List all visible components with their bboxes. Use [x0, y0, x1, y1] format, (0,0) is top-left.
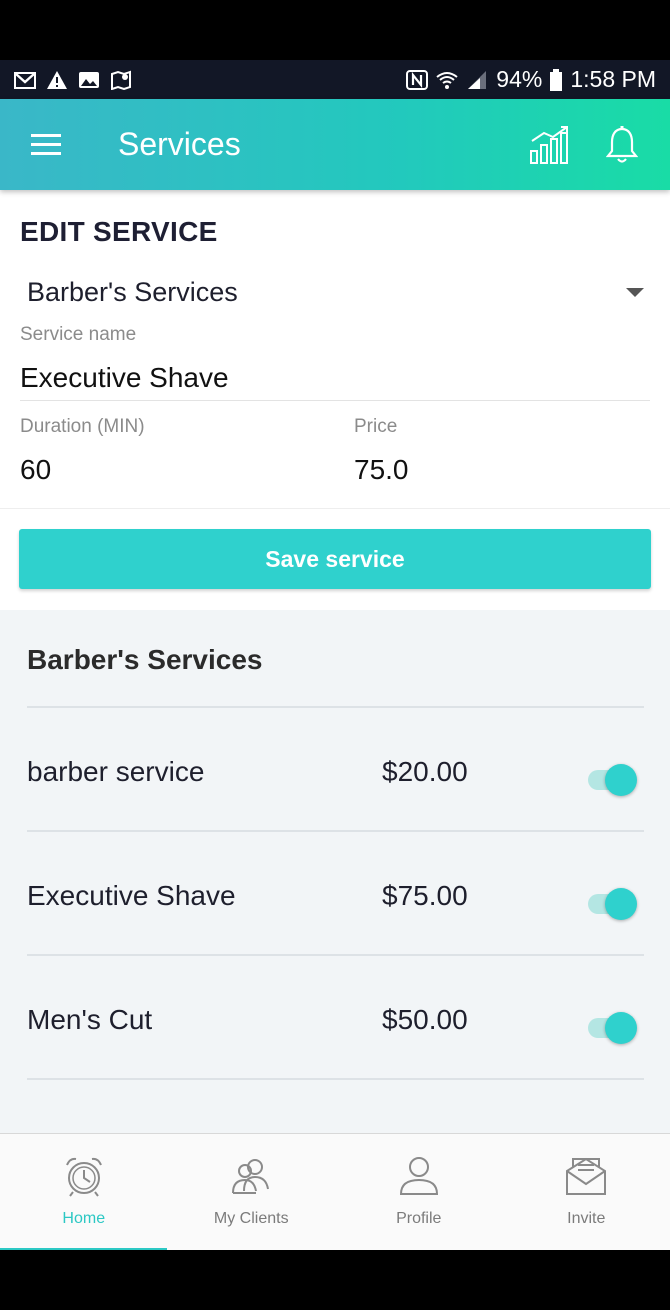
page-title: Services: [118, 126, 241, 162]
status-right-icons: 94% 1:58 PM: [406, 66, 656, 93]
service-enabled-toggle[interactable]: [586, 886, 638, 922]
save-area: Save service: [0, 508, 670, 610]
content-area: EDIT SERVICE Barber's Services Service n…: [0, 190, 670, 1133]
image-icon: [79, 71, 99, 88]
toggle-thumb: [605, 888, 637, 920]
nav-profile-label: Profile: [396, 1210, 442, 1227]
service-name: Executive Shave: [27, 880, 236, 911]
app-bar: Services: [0, 99, 670, 190]
notifications-button[interactable]: [600, 123, 644, 167]
service-name-label: Service name: [20, 324, 137, 345]
service-name-underline: [20, 400, 650, 401]
status-left-icons: [14, 70, 132, 90]
service-name: Men's Cut: [27, 1004, 153, 1035]
save-service-button[interactable]: Save service: [19, 529, 651, 589]
profile-icon: [399, 1157, 438, 1195]
toggle-thumb: [605, 1012, 637, 1044]
category-value: Barber's Services: [27, 276, 238, 307]
battery-percent: 94%: [496, 66, 543, 92]
clients-icon: [232, 1159, 270, 1194]
bell-icon: [606, 125, 638, 163]
service-price: $75.00: [382, 880, 468, 911]
nav-home[interactable]: Home: [0, 1134, 168, 1251]
app-bar-actions: [528, 123, 670, 167]
service-row[interactable]: Men's Cut $50.00: [0, 956, 670, 1078]
list-divider: [27, 1078, 644, 1080]
service-price: $50.00: [382, 1004, 468, 1035]
alarm-clock-icon: [65, 1157, 102, 1197]
status-bar: 94% 1:58 PM: [0, 60, 670, 99]
service-row[interactable]: Executive Shave $75.00: [0, 832, 670, 954]
service-enabled-toggle[interactable]: [586, 762, 638, 798]
edit-service-heading: EDIT SERVICE: [20, 216, 218, 247]
wifi-icon: [436, 71, 458, 89]
service-name-input[interactable]: Executive Shave: [20, 362, 229, 394]
bottom-nav: Home My Clients Profile Invite: [0, 1133, 670, 1251]
top-black-bar: [0, 0, 670, 60]
chart-icon: [530, 125, 568, 164]
edit-service-card: EDIT SERVICE Barber's Services Service n…: [0, 190, 670, 610]
service-price: $20.00: [382, 756, 468, 787]
battery-icon: [550, 68, 563, 91]
nfc-icon: [406, 69, 429, 90]
service-row[interactable]: barber service $20.00: [0, 708, 670, 830]
nav-home-label: Home: [62, 1210, 106, 1227]
warning-icon: [47, 70, 67, 89]
nav-invite[interactable]: Invite: [503, 1134, 670, 1251]
service-name: barber service: [27, 756, 205, 787]
price-input[interactable]: 75.0: [354, 454, 409, 486]
bottom-black-bar: [0, 1250, 670, 1310]
duration-input[interactable]: 60: [20, 454, 51, 486]
duration-label: Duration (MIN): [20, 416, 145, 437]
signal-icon: [468, 70, 487, 89]
status-time: 1:58 PM: [570, 66, 656, 92]
menu-icon: [31, 133, 61, 155]
nav-my-clients[interactable]: My Clients: [168, 1134, 336, 1251]
menu-button[interactable]: [0, 99, 92, 190]
envelope-icon: [566, 1157, 607, 1195]
price-label: Price: [354, 416, 398, 437]
services-list-heading: Barber's Services: [27, 644, 263, 675]
stats-button[interactable]: [528, 123, 572, 167]
service-enabled-toggle[interactable]: [586, 1010, 638, 1046]
toggle-thumb: [605, 764, 637, 796]
nav-invite-label: Invite: [567, 1210, 606, 1227]
category-dropdown[interactable]: Barber's Services: [20, 268, 650, 316]
caret-down-icon: [626, 287, 644, 297]
nav-profile[interactable]: Profile: [335, 1134, 503, 1251]
nav-my-clients-label: My Clients: [213, 1210, 289, 1227]
maps-icon: [111, 70, 131, 90]
gmail-icon: [14, 71, 36, 89]
